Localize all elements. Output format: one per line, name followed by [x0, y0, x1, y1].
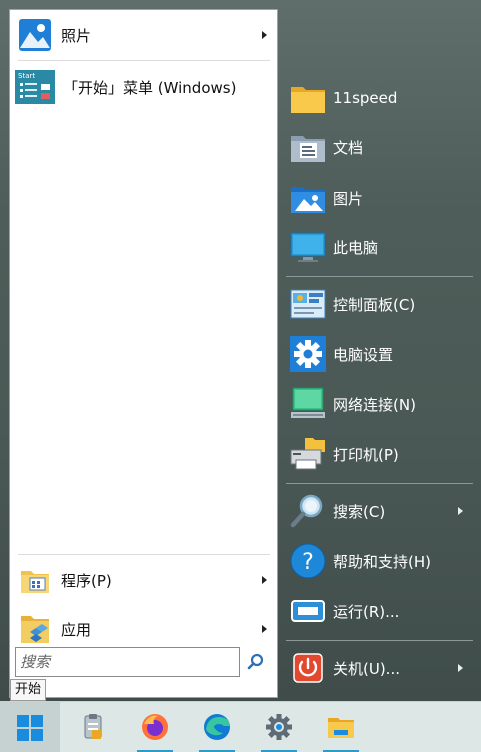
submenu-arrow-icon — [458, 507, 463, 515]
right-item-label: 文档 — [333, 138, 364, 157]
menu-item-apps[interactable]: 应用 — [10, 606, 277, 652]
right-item-label: 控制面板(C) — [333, 295, 416, 314]
file-explorer-icon — [328, 718, 354, 738]
clipboard-icon — [84, 714, 102, 739]
right-item-network[interactable]: 网络连接(N) — [286, 381, 473, 427]
photos-icon — [19, 19, 51, 51]
menu-item-label: 应用 — [61, 620, 92, 639]
submenu-arrow-icon — [262, 625, 267, 633]
search-icon[interactable] — [246, 652, 266, 672]
this-pc-icon — [290, 232, 326, 262]
menu-item-label: 程序(P) — [61, 571, 112, 590]
taskbar-settings[interactable] — [252, 702, 306, 752]
pictures-icon — [291, 187, 325, 213]
search-input[interactable] — [16, 648, 239, 676]
right-item-label: 运行(R)... — [333, 602, 400, 621]
search-field[interactable] — [15, 647, 240, 677]
submenu-arrow-icon — [458, 664, 463, 672]
right-item-label: 图片 — [333, 189, 364, 208]
right-item-label: 此电脑 — [333, 238, 379, 257]
menu-item-programs[interactable]: 程序(P) — [10, 557, 277, 603]
right-item-label: 搜索(C) — [333, 502, 386, 521]
menu-item-start-menu-windows[interactable]: Start 「开始」菜单 (Windows) — [10, 64, 277, 110]
network-icon — [291, 387, 325, 418]
start-button[interactable] — [0, 702, 60, 752]
right-item-printers[interactable]: 打印机(P) — [286, 431, 473, 477]
right-item-shutdown[interactable]: 关机(U)... — [286, 645, 473, 691]
taskbar — [0, 701, 481, 752]
printer-icon — [290, 438, 325, 470]
right-item-search[interactable]: 搜索(C) — [286, 488, 473, 534]
right-item-help[interactable]: ? 帮助和支持(H) — [286, 538, 473, 584]
windows-start-icon — [17, 715, 43, 741]
settings-gear-icon — [290, 336, 326, 372]
start-tooltip: 开始 — [10, 679, 47, 701]
start-menu: 照片 Start 「开始」菜单 (Windows) 程序(P) 应用 搜索 11… — [0, 0, 481, 701]
edge-icon — [204, 714, 230, 740]
user-folder-icon — [291, 87, 325, 113]
start-menu-app-icon: Start — [15, 70, 55, 104]
separator — [286, 640, 473, 641]
run-icon — [291, 600, 325, 622]
right-item-label: 打印机(P) — [333, 445, 399, 464]
separator — [286, 276, 473, 277]
right-item-control-panel[interactable]: 控制面板(C) — [286, 281, 473, 327]
right-item-pictures[interactable]: 图片 — [286, 175, 473, 221]
power-icon — [293, 653, 323, 683]
firefox-icon — [142, 714, 168, 740]
search-magnifier-icon — [290, 494, 323, 528]
programs-folder-icon — [21, 571, 49, 593]
right-item-pc-settings[interactable]: 电脑设置 — [286, 331, 473, 377]
right-item-label: 关机(U)... — [333, 659, 400, 678]
right-item-label: 帮助和支持(H) — [333, 552, 431, 571]
svg-text:?: ? — [302, 550, 314, 575]
taskbar-firefox[interactable] — [128, 702, 182, 752]
right-item-user-folder[interactable]: 11speed — [286, 75, 473, 121]
right-item-run[interactable]: 运行(R)... — [286, 588, 473, 634]
taskbar-edge[interactable] — [190, 702, 244, 752]
menu-item-label: 「开始」菜单 (Windows) — [63, 78, 237, 97]
right-item-this-pc[interactable]: 此电脑 — [286, 224, 473, 270]
taskbar-file-explorer[interactable] — [314, 702, 368, 752]
right-item-documents[interactable]: 文档 — [286, 124, 473, 170]
right-item-label: 11speed — [333, 89, 398, 107]
settings-icon — [266, 714, 292, 740]
documents-icon — [291, 136, 325, 162]
menu-item-label: 照片 — [61, 26, 92, 45]
separator — [18, 60, 270, 61]
submenu-arrow-icon — [262, 576, 267, 584]
submenu-arrow-icon — [262, 31, 267, 39]
menu-item-photos[interactable]: 照片 — [10, 12, 277, 58]
right-item-label: 网络连接(N) — [333, 395, 416, 414]
control-panel-icon — [290, 289, 326, 319]
help-icon: ? — [290, 543, 326, 579]
apps-folder-icon — [21, 616, 49, 643]
separator — [18, 554, 270, 555]
left-pane: 照片 Start 「开始」菜单 (Windows) 程序(P) 应用 — [9, 9, 278, 698]
right-item-label: 电脑设置 — [333, 345, 394, 364]
taskbar-clipboard[interactable] — [66, 702, 120, 752]
start-tile-caption: Start — [18, 72, 35, 80]
separator — [286, 483, 473, 484]
